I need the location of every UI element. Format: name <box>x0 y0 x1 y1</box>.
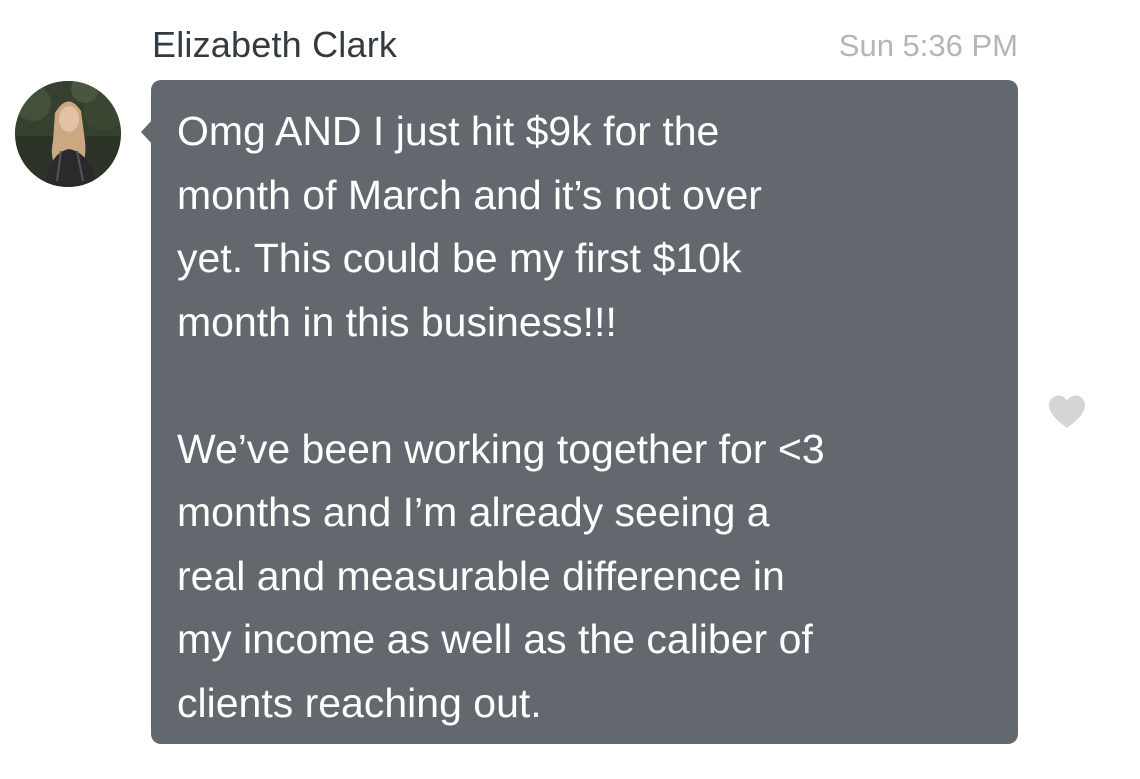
heart-react-button[interactable] <box>1047 394 1087 430</box>
bubble-tail <box>141 120 152 144</box>
message-bubble: Omg AND I just hit $9k for the month of … <box>141 80 1018 744</box>
sender-name: Elizabeth Clark <box>152 24 398 65</box>
avatar-image <box>15 81 121 187</box>
message-timestamp: Sun 5:36 PM <box>838 28 1018 63</box>
avatar[interactable] <box>15 81 121 187</box>
heart-icon <box>1049 395 1085 428</box>
message-text: Omg AND I just hit $9k for the month of … <box>177 108 825 726</box>
